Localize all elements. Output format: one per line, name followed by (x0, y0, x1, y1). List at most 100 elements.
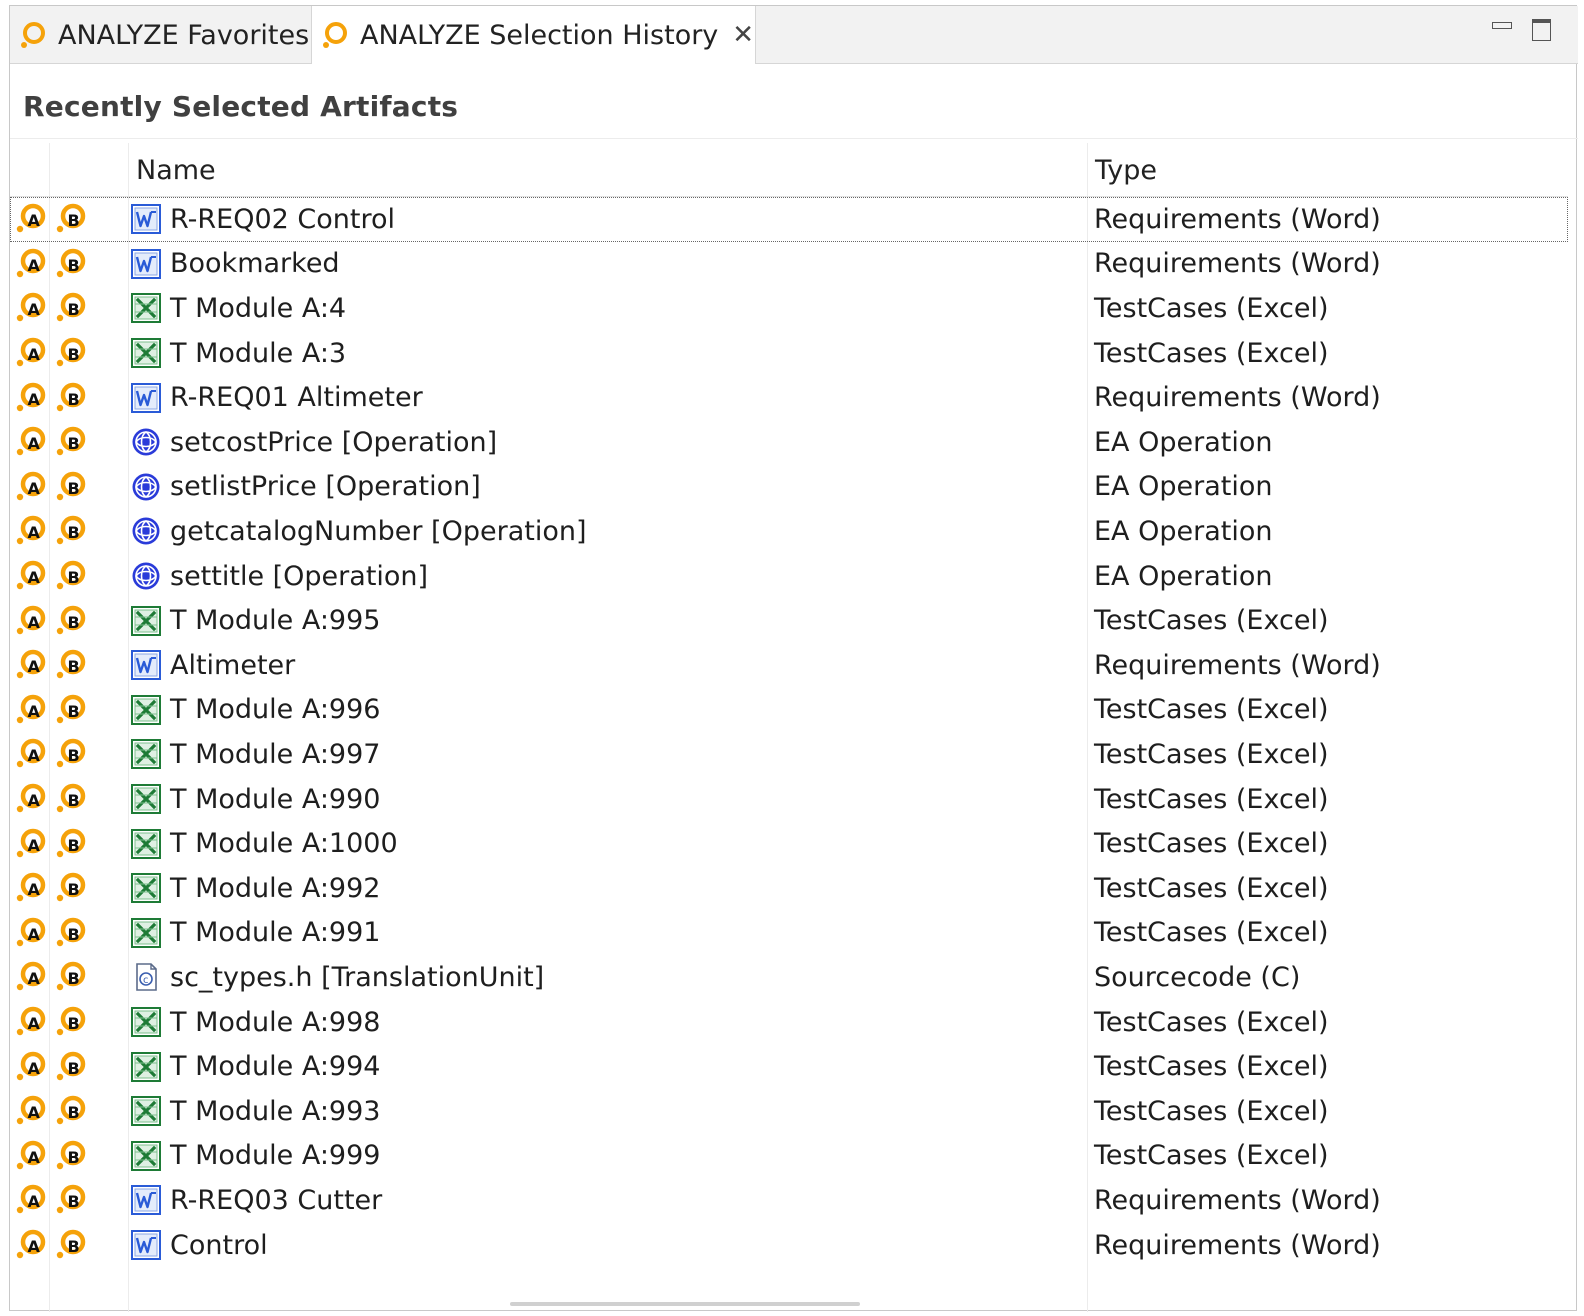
table-row[interactable]: A B T Module A:1000 TestCases (Excel) (10, 821, 1568, 866)
analyze-a-cell[interactable]: A (12, 1089, 50, 1134)
artifact-type: Requirements (Word) (1094, 1184, 1381, 1216)
analyze-a-cell[interactable]: A (12, 955, 50, 1000)
analyze-a-cell[interactable]: A (12, 197, 50, 242)
analyze-b-cell[interactable]: B (52, 509, 90, 554)
analyze-a-cell[interactable]: A (12, 866, 50, 911)
table-row[interactable]: A B T Module A:997 TestCases (Excel) (10, 732, 1568, 777)
table-row[interactable]: A B R-REQ02 Control Requirements (Word) (10, 197, 1568, 242)
analyze-b-cell[interactable]: B (52, 598, 90, 643)
analyze-b-cell[interactable]: B (52, 465, 90, 510)
analyze-a-cell[interactable]: A (12, 688, 50, 733)
analyze-b-cell[interactable]: B (52, 331, 90, 376)
analyze-a-cell[interactable]: A (12, 286, 50, 331)
analyze-b-cell[interactable]: B (52, 1044, 90, 1089)
svg-text:A: A (28, 613, 41, 632)
minimize-icon[interactable] (1490, 16, 1514, 38)
table-row[interactable]: A B Bookmarked Requirements (Word) (10, 242, 1568, 287)
table-row[interactable]: A B R-REQ01 Altimeter Requirements (Word) (10, 375, 1568, 420)
table-row[interactable]: A Bsettitle [Operation] EA Operation (10, 554, 1568, 599)
analyze-b-cell[interactable]: B (52, 955, 90, 1000)
table-row[interactable]: A B Control Requirements (Word) (10, 1223, 1568, 1268)
svg-text:A: A (28, 211, 41, 230)
table-row[interactable]: A B T Module A:992 TestCases (Excel) (10, 866, 1568, 911)
column-header-b[interactable] (50, 143, 128, 197)
analyze-a-cell[interactable]: A (12, 242, 50, 287)
table-row[interactable]: A BsetlistPrice [Operation] EA Operation (10, 465, 1568, 510)
tab-analyze-favorites[interactable]: ANALYZE Favorites (18, 6, 310, 64)
analyze-b-cell[interactable]: B (52, 375, 90, 420)
analyze-b-cell[interactable]: B (52, 1223, 90, 1268)
analyze-a-cell[interactable]: A (12, 465, 50, 510)
analyze-b-cell[interactable]: B (52, 866, 90, 911)
table-row[interactable]: A B T Module A:3 TestCases (Excel) (10, 331, 1568, 376)
analyze-b-cell[interactable]: B (52, 1178, 90, 1223)
analyze-b-cell[interactable]: B (52, 1134, 90, 1179)
horizontal-scrollbar[interactable] (510, 1302, 860, 1306)
analyze-a-cell[interactable]: A (12, 643, 50, 688)
analyze-a-cell[interactable]: A (12, 1000, 50, 1045)
analyze-b-cell[interactable]: B (52, 821, 90, 866)
artifact-type: TestCases (Excel) (1094, 1051, 1329, 1083)
analyze-b-cell[interactable]: B (52, 688, 90, 733)
artifact-name: T Module A:996 (170, 694, 381, 726)
analyze-b-cell[interactable]: B (52, 197, 90, 242)
analyze-a-cell[interactable]: A (12, 554, 50, 599)
analyze-a-icon: A (16, 1006, 46, 1036)
table-row[interactable]: A BgetcatalogNumber [Operation] EA Operati… (10, 509, 1568, 554)
artifact-name: sc_types.h [TranslationUnit] (170, 961, 545, 993)
table-row[interactable]: A B T Module A:994 TestCases (Excel) (10, 1044, 1568, 1089)
analyze-a-icon: A (16, 694, 46, 724)
close-icon[interactable]: ✕ (732, 20, 754, 50)
analyze-a-icon: A (16, 917, 46, 947)
analyze-a-cell[interactable]: A (12, 821, 50, 866)
excel-document-icon (131, 694, 161, 725)
analyze-b-cell[interactable]: B (52, 1000, 90, 1045)
analyze-a-cell[interactable]: A (12, 598, 50, 643)
artifact-name-cell: T Module A:994 (130, 1044, 1085, 1089)
analyze-a-cell[interactable]: A (12, 420, 50, 465)
table-row[interactable]: A B T Module A:990 TestCases (Excel) (10, 777, 1568, 822)
table-row[interactable]: A B R-REQ03 Cutter Requirements (Word) (10, 1178, 1568, 1223)
analyze-b-cell[interactable]: B (52, 286, 90, 331)
table-row[interactable]: A B T Module A:998 TestCases (Excel) (10, 1000, 1568, 1045)
analyze-b-cell[interactable]: B (52, 420, 90, 465)
maximize-icon[interactable] (1530, 16, 1554, 41)
analyze-b-cell[interactable]: B (52, 1089, 90, 1134)
table-row[interactable]: A B T Module A:4 TestCases (Excel) (10, 286, 1568, 331)
analyze-a-cell[interactable]: A (12, 375, 50, 420)
analyze-b-cell[interactable]: B (52, 242, 90, 287)
analyze-b-cell[interactable]: B (52, 554, 90, 599)
excel-document-icon (131, 1140, 161, 1171)
artifact-type-cell: Requirements (Word) (1094, 1178, 1564, 1223)
analyze-a-cell[interactable]: A (12, 777, 50, 822)
analyze-a-cell[interactable]: A (12, 1134, 50, 1179)
column-header-a[interactable] (10, 143, 49, 197)
analyze-b-cell[interactable]: B (52, 777, 90, 822)
c-source-file-icon: c (136, 963, 157, 992)
analyze-a-cell[interactable]: A (12, 1044, 50, 1089)
table-row[interactable]: A B T Module A:993 TestCases (Excel) (10, 1089, 1568, 1134)
table-row[interactable]: A B T Module A:996 TestCases (Excel) (10, 688, 1568, 733)
analyze-b-cell[interactable]: B (52, 911, 90, 956)
table-row[interactable]: A B T Module A:995 TestCases (Excel) (10, 598, 1568, 643)
analyze-a-cell[interactable]: A (12, 509, 50, 554)
artifact-name-cell: R-REQ03 Cutter (130, 1178, 1085, 1223)
analyze-a-cell[interactable]: A (12, 1178, 50, 1223)
svg-text:A: A (28, 1237, 41, 1256)
analyze-b-cell[interactable]: B (52, 732, 90, 777)
table-row[interactable]: A BsetcostPrice [Operation] EA Operation (10, 420, 1568, 465)
analyze-a-cell[interactable]: A (12, 331, 50, 376)
analyze-a-cell[interactable]: A (12, 1223, 50, 1268)
table-row[interactable]: A B T Module A:999 TestCases (Excel) (10, 1134, 1568, 1179)
column-header-name[interactable]: Name (128, 143, 1087, 197)
analyze-b-icon: B (56, 828, 86, 857)
table-row[interactable]: A Bc sc_types.h [TranslationUnit] Sourcecod… (10, 955, 1568, 1000)
analyze-a-cell[interactable]: A (12, 911, 50, 956)
column-header-type[interactable]: Type (1087, 143, 1568, 197)
tab-analyze-selection-history[interactable]: ANALYZE Selection History ✕ (311, 6, 756, 64)
analyze-b-cell[interactable]: B (52, 643, 90, 688)
svg-text:B: B (68, 1237, 80, 1256)
table-row[interactable]: A B Altimeter Requirements (Word) (10, 643, 1568, 688)
analyze-a-cell[interactable]: A (12, 732, 50, 777)
table-row[interactable]: A B T Module A:991 TestCases (Excel) (10, 911, 1568, 956)
